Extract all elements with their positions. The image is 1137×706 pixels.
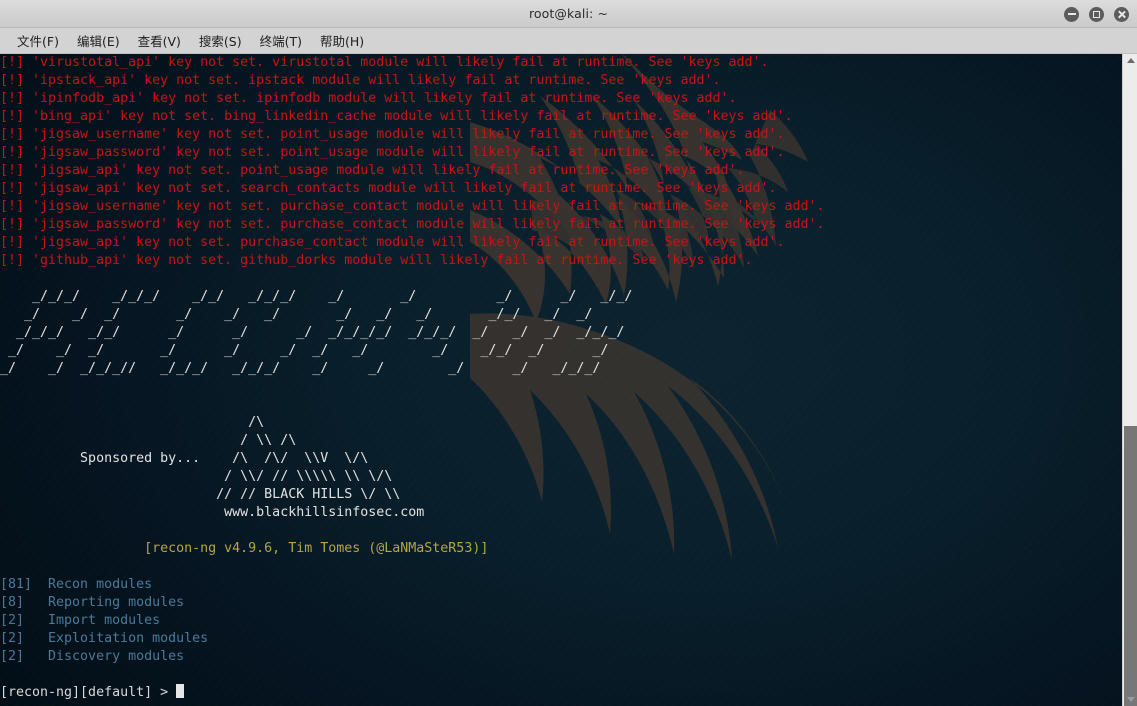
menu-item-view-label: 查看(V) xyxy=(137,34,181,49)
warning-line: [!] 'bing_api' key not set. bing_linkedi… xyxy=(0,109,793,124)
menu-item-help-label: 帮助(H) xyxy=(320,34,365,49)
menu-item-file-label: 文件(F) xyxy=(17,34,59,49)
prompt-text: [recon-ng][default] > xyxy=(0,685,177,700)
module-count-line: [2] Exploitation modules xyxy=(0,631,209,646)
menu-bar: 文件(F) 编辑(E) 查看(V) 搜索(S) 终端(T) 帮助(H) xyxy=(0,28,1137,54)
sponsor-art-line: / \\/ // \\\\\ \\ \/\ xyxy=(0,469,393,484)
menu-item-edit-label: 编辑(E) xyxy=(76,34,120,49)
version-line: [recon-ng v4.9.6, Tim Tomes (@LaNMaSteR5… xyxy=(0,541,489,556)
shell-prompt[interactable]: [recon-ng][default] > xyxy=(0,684,1122,702)
sponsor-art-line: / \\ /\ xyxy=(0,433,297,448)
terminal-area: [!] 'virustotal_api' key not set. virust… xyxy=(0,54,1137,706)
banner-ascii-line: _/ _/ _/ _/ _/ _/ _/ _/ _/ _/_/ _/ _/ xyxy=(0,343,609,358)
module-count-line: [81] Recon modules xyxy=(0,577,153,592)
module-count-line: [2] Discovery modules xyxy=(0,649,185,664)
module-count-line: [2] Import modules xyxy=(0,613,161,628)
menu-item-terminal[interactable]: 终端(T) xyxy=(251,29,311,52)
warning-line: [!] 'jigsaw_api' key not set. point_usag… xyxy=(0,163,745,178)
terminal-scrollbar[interactable] xyxy=(1122,54,1137,706)
sponsor-art-line: www.blackhillsinfosec.com xyxy=(0,505,425,520)
warning-line: [!] 'jigsaw_username' key not set. point… xyxy=(0,127,785,142)
title-bar: root@kali: ~ xyxy=(0,0,1137,28)
maximize-button[interactable] xyxy=(1089,6,1104,22)
warning-line: [!] 'jigsaw_username' key not set. purch… xyxy=(0,199,825,214)
banner-ascii-line: _/ _/ _/_/_// _/_/_/ _/_/_/ _/ _/ _/ _/ … xyxy=(0,361,601,376)
scroll-up-arrow-icon[interactable] xyxy=(1123,54,1137,67)
window-controls xyxy=(1064,0,1129,28)
warning-line: [!] 'jigsaw_password' key not set. purch… xyxy=(0,217,825,232)
scroll-down-arrow-icon[interactable] xyxy=(1123,693,1137,706)
warning-line: [!] 'ipstack_api' key not set. ipstack m… xyxy=(0,73,721,88)
menu-item-view[interactable]: 查看(V) xyxy=(129,29,190,52)
window-title: root@kali: ~ xyxy=(528,6,609,21)
warning-line: [!] 'jigsaw_password' key not set. point… xyxy=(0,145,785,160)
banner-ascii-line: _/_/_/ _/_/_/ _/_/ _/_/_/ _/ _/ _/ _/ _/… xyxy=(0,289,633,304)
menu-item-edit[interactable]: 编辑(E) xyxy=(68,29,129,52)
close-button[interactable] xyxy=(1114,6,1129,22)
menu-item-search-label: 搜索(S) xyxy=(198,34,242,49)
terminal-output[interactable]: [!] 'virustotal_api' key not set. virust… xyxy=(0,54,1122,706)
menu-item-help[interactable]: 帮助(H) xyxy=(311,29,373,52)
banner-ascii-line: _/ _/ _/ _/ _/ _/ _/ _/ _/ _/_/ _/ _/ xyxy=(0,307,593,322)
sponsor-art-line: // // BLACK HILLS \/ \\ xyxy=(0,487,401,502)
scrollbar-thumb[interactable] xyxy=(1124,426,1137,706)
text-cursor xyxy=(176,684,185,698)
banner-ascii-line: _/_/_/ _/_/ _/ _/ _/ _/_/_/_/ _/_/_/ _/ … xyxy=(0,325,625,340)
warning-line: [!] 'ipinfodb_api' key not set. ipinfodb… xyxy=(0,91,737,106)
menu-item-file[interactable]: 文件(F) xyxy=(8,29,68,52)
warning-line: [!] 'github_api' key not set. github_dor… xyxy=(0,253,753,268)
sponsor-art-line: Sponsored by... /\ /\/ \\V \/\ xyxy=(0,451,369,466)
warning-line: [!] 'jigsaw_api' key not set. purchase_c… xyxy=(0,235,785,250)
warning-line: [!] 'virustotal_api' key not set. virust… xyxy=(0,55,769,70)
menu-item-search[interactable]: 搜索(S) xyxy=(190,29,251,52)
terminal-text: [!] 'virustotal_api' key not set. virust… xyxy=(0,54,1122,702)
menu-item-terminal-label: 终端(T) xyxy=(259,34,303,49)
sponsor-art-line: /\ xyxy=(0,415,265,430)
module-count-line: [8] Reporting modules xyxy=(0,595,185,610)
warning-line: [!] 'jigsaw_api' key not set. search_con… xyxy=(0,181,777,196)
terminal-window: root@kali: ~ 文件(F) 编辑(E) 查看(V) 搜索(S) 终端(… xyxy=(0,0,1137,706)
minimize-button[interactable] xyxy=(1064,6,1079,22)
